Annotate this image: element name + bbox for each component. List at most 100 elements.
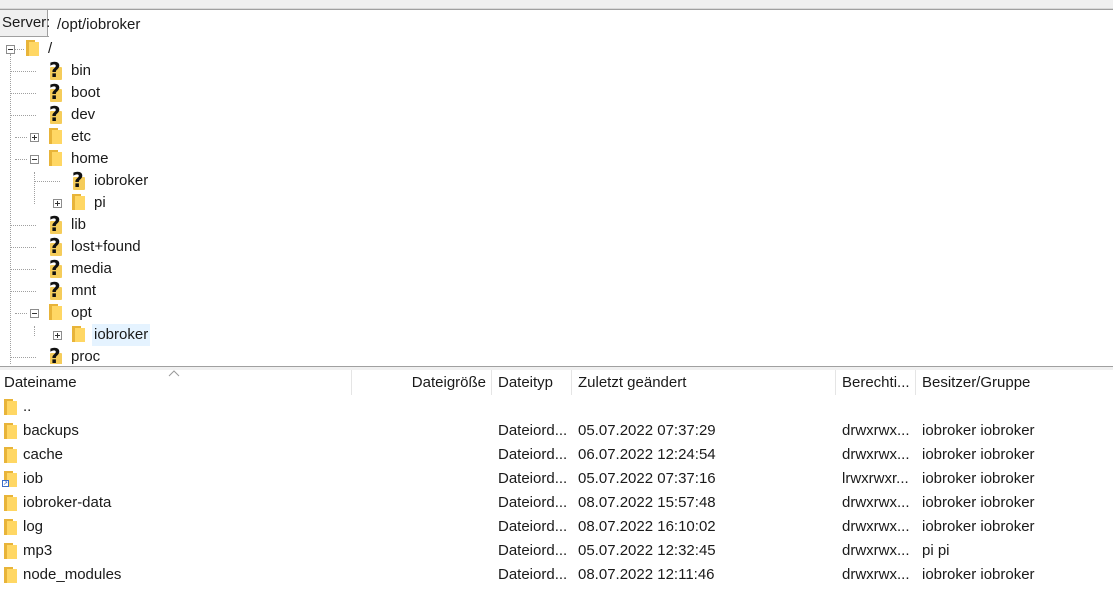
cell-modified: 05.07.2022 07:37:29 xyxy=(578,422,716,439)
tree-item-label: lost+found xyxy=(71,238,141,255)
tree-line xyxy=(11,115,36,116)
list-item[interactable]: node_modules Dateiord... 08.07.2022 12:1… xyxy=(0,563,1113,587)
folder-icon xyxy=(4,543,17,559)
folder-icon xyxy=(4,519,17,535)
tree-item-label: etc xyxy=(71,128,92,145)
cell-filename: .. xyxy=(23,398,32,415)
list-item[interactable]: .. xyxy=(0,395,1113,419)
question-mark-icon: ? xyxy=(49,278,62,302)
tree-line xyxy=(11,247,36,248)
tree-item-label: dev xyxy=(71,106,96,123)
expand-toggle-home-pi[interactable] xyxy=(53,199,62,208)
question-mark-icon: ? xyxy=(49,80,62,104)
list-item[interactable]: backups Dateiord... 05.07.2022 07:37:29 … xyxy=(0,419,1113,443)
tree-item-label: / xyxy=(48,40,53,57)
question-mark-icon: ? xyxy=(72,168,85,192)
cell-permissions: drwxrwx... xyxy=(842,518,910,535)
cell-filetype: Dateiord... xyxy=(498,566,568,583)
question-mark-icon: ? xyxy=(49,212,62,236)
list-item[interactable]: iobroker-data Dateiord... 08.07.2022 15:… xyxy=(0,491,1113,515)
cell-filetype: Dateiord... xyxy=(498,422,568,439)
tree-line xyxy=(11,225,36,226)
question-mark-icon: ? xyxy=(49,58,62,82)
folder-icon xyxy=(72,326,86,344)
cell-modified: 08.07.2022 12:11:46 xyxy=(578,566,715,583)
folder-icon xyxy=(4,423,17,439)
cell-permissions: drwxrwx... xyxy=(842,494,910,511)
remote-path-bar: Server: xyxy=(0,9,1113,38)
column-header-modified[interactable]: Zuletzt geändert xyxy=(572,370,836,395)
tree-item-label: proc xyxy=(71,348,101,364)
tree-item-label: iobroker xyxy=(94,172,149,189)
list-item[interactable]: ↗ iob Dateiord... 05.07.2022 07:37:16 lr… xyxy=(0,467,1113,491)
cell-permissions: drwxrwx... xyxy=(842,422,910,439)
tree-item-label: media xyxy=(71,260,112,277)
cell-permissions: drwxrwx... xyxy=(842,566,910,583)
column-header-filename[interactable]: Dateiname xyxy=(0,370,352,395)
tree-line xyxy=(10,54,11,364)
question-mark-icon: ? xyxy=(49,102,62,126)
toolbar-strip xyxy=(0,0,1113,9)
cell-owner: iobroker iobroker xyxy=(922,470,1035,487)
cell-filename: iob xyxy=(23,470,44,487)
list-item[interactable]: cache Dateiord... 06.07.2022 12:24:54 dr… xyxy=(0,443,1113,467)
cell-filetype: Dateiord... xyxy=(498,494,568,511)
collapse-toggle-opt[interactable] xyxy=(30,309,39,318)
cell-filename: iobroker-data xyxy=(23,494,112,511)
expand-toggle-etc[interactable] xyxy=(30,133,39,142)
question-mark-icon: ? xyxy=(49,234,62,258)
remote-file-list: Dateiname Dateigröße Dateityp Zuletzt ge… xyxy=(0,370,1113,590)
cell-modified: 08.07.2022 16:10:02 xyxy=(578,518,716,535)
collapse-toggle-home[interactable] xyxy=(30,155,39,164)
tree-item-label: iobroker xyxy=(92,324,151,346)
cell-owner: iobroker iobroker xyxy=(922,518,1035,535)
remote-path-input[interactable] xyxy=(49,10,1113,38)
tree-item-label: bin xyxy=(71,62,92,79)
cell-filename: backups xyxy=(23,422,79,439)
cell-filename: cache xyxy=(23,446,64,463)
tree-item-label: mnt xyxy=(71,282,97,299)
cell-filename: mp3 xyxy=(23,542,53,559)
column-header-filesize[interactable]: Dateigröße xyxy=(352,370,492,395)
tree-item-label: home xyxy=(71,150,109,167)
cell-owner: iobroker iobroker xyxy=(922,494,1035,511)
tree-line xyxy=(11,93,36,94)
list-item[interactable]: log Dateiord... 08.07.2022 16:10:02 drwx… xyxy=(0,515,1113,539)
cell-filetype: Dateiord... xyxy=(498,446,568,463)
tree-line xyxy=(34,172,35,204)
cell-permissions: drwxrwx... xyxy=(842,542,910,559)
tree-line xyxy=(11,357,36,358)
tree-line xyxy=(35,181,60,182)
tree-item-label: pi xyxy=(94,194,106,211)
cell-filetype: Dateiord... xyxy=(498,542,568,559)
question-mark-icon: ? xyxy=(49,344,62,364)
folder-icon xyxy=(4,495,17,511)
column-header-permissions[interactable]: Berechti... xyxy=(836,370,916,395)
cell-filename: log xyxy=(23,518,44,535)
list-header: Dateiname Dateigröße Dateityp Zuletzt ge… xyxy=(0,370,1113,395)
tree-line xyxy=(15,313,27,314)
tree-line xyxy=(11,291,36,292)
tree-line xyxy=(14,49,24,50)
folder-icon xyxy=(4,447,17,463)
tree-line xyxy=(15,159,27,160)
cell-owner: iobroker iobroker xyxy=(922,566,1035,583)
symlink-folder-icon: ↗ xyxy=(2,471,17,487)
cell-owner: pi pi xyxy=(922,542,950,559)
column-header-owner[interactable]: Besitzer/Gruppe xyxy=(916,370,1113,395)
collapse-toggle-root[interactable] xyxy=(6,45,15,54)
cell-permissions: lrwxrwxr... xyxy=(842,470,909,487)
folder-icon xyxy=(4,567,17,583)
column-header-filetype[interactable]: Dateityp xyxy=(492,370,572,395)
tree-line xyxy=(11,269,36,270)
expand-toggle-opt-iobroker[interactable] xyxy=(53,331,62,340)
list-item[interactable]: mp3 Dateiord... 05.07.2022 12:32:45 drwx… xyxy=(0,539,1113,563)
folder-icon xyxy=(49,150,63,168)
cell-owner: iobroker iobroker xyxy=(922,422,1035,439)
folder-icon xyxy=(72,194,86,212)
cell-modified: 05.07.2022 12:32:45 xyxy=(578,542,716,559)
question-mark-icon: ? xyxy=(49,256,62,280)
remote-directory-tree: / ? bin ? boot ? dev etc home ? iobroker… xyxy=(0,38,1113,364)
cell-filetype: Dateiord... xyxy=(498,470,568,487)
folder-icon xyxy=(49,304,63,322)
